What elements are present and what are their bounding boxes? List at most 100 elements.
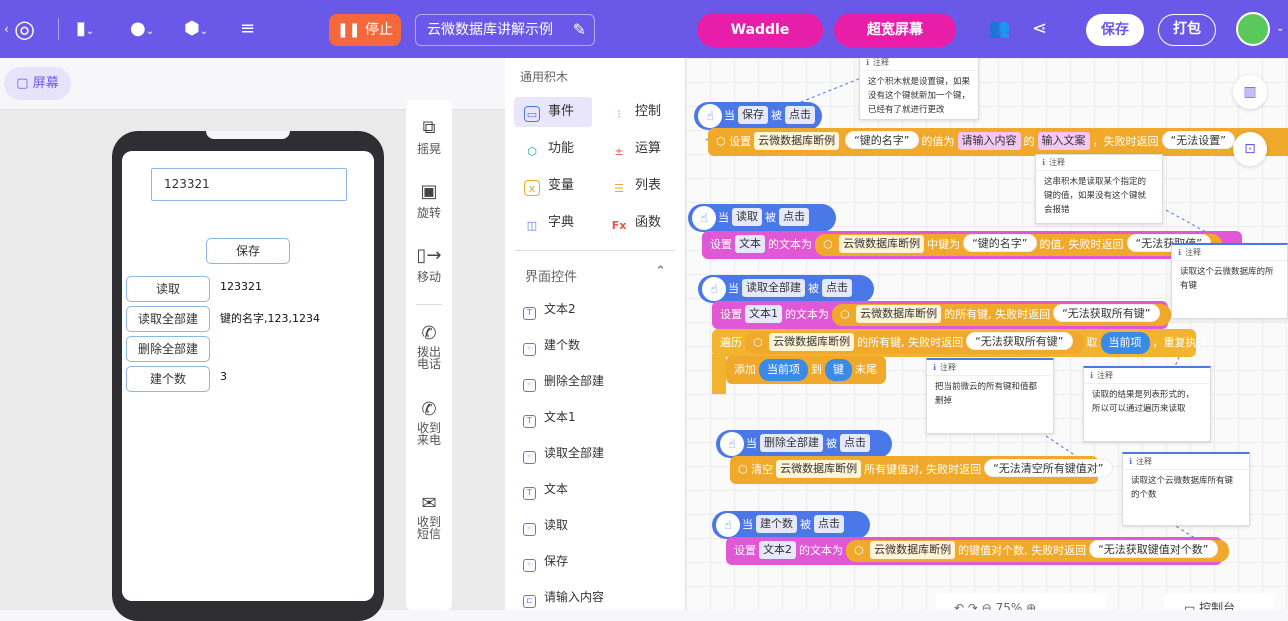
db-dropdown[interactable]: 云微数据库断例 <box>856 305 942 323</box>
console-toggle[interactable]: ▭ 控制台 <box>1164 593 1274 610</box>
tool-incoming-call[interactable]: ✆ 收到 来电 <box>406 398 452 446</box>
traverse-block[interactable]: 遍历 ⬡ 云微数据库断例 的所有键, 失败时返回 “无法获取所有键” 取当前项 ，重复执行 <box>712 329 1208 357</box>
key-chip[interactable]: 键 <box>825 359 852 381</box>
zoom-out-icon[interactable]: ⊖ <box>982 601 992 610</box>
widescreen-button[interactable]: 超宽屏幕 <box>834 13 956 47</box>
component-dropdown[interactable]: 保存 <box>738 106 768 124</box>
tool-rotate[interactable]: ▣ 旋转 <box>406 180 452 221</box>
event-block-count[interactable]: ☝ 当建个数被点击 <box>712 511 870 539</box>
component-dropdown[interactable]: 读取 <box>732 208 762 226</box>
comment-note[interactable]: ℹ 注释 这串积木是读取某个指定的键的值，如果没有这个键就会报错 <box>1035 154 1163 224</box>
tool-move[interactable]: ▯→ 移动 <box>406 244 452 285</box>
component-text2[interactable]: T 文本2 <box>523 297 576 321</box>
db-keys-block[interactable]: ⬡ 云微数据库断例 的所有键, 失败时返回 “无法获取所有键” <box>745 332 1084 354</box>
current-item-chip[interactable]: 当前项 <box>759 359 808 381</box>
event-dropdown[interactable]: 点击 <box>822 279 852 297</box>
phone-read-button[interactable]: 读取 <box>126 276 210 302</box>
zoom-in-icon[interactable]: ⊕ <box>1026 601 1036 610</box>
db-dropdown[interactable]: 云微数据库断例 <box>754 132 840 150</box>
block-workspace[interactable]: ☝ 当保存被点击 ⬡ 设置 云微数据库断例 “键的名字” 的值为 请输入内容的输入文案 ，失… <box>686 58 1288 610</box>
save-button[interactable]: 保存 <box>1086 14 1144 46</box>
event-block-read-all[interactable]: ☝ 当读取全部建被点击 <box>698 275 874 303</box>
phone-delete-all-button[interactable]: 删除全部建 <box>126 336 210 362</box>
component-count-button[interactable]: ☜ 建个数 <box>523 333 580 357</box>
avatar[interactable] <box>1236 12 1270 46</box>
category-dict[interactable]: ◫ 字典 <box>514 208 592 238</box>
toolbox-icon[interactable]: ⊡ <box>1233 132 1267 166</box>
screen-tab[interactable]: ▢ 屏幕 <box>4 67 71 100</box>
fail-string[interactable]: “无法获取所有键” <box>966 332 1073 350</box>
comment-note[interactable]: ℹ 注释 把当前微云的所有键和值都删掉 <box>926 358 1054 434</box>
set-text-block-count[interactable]: 设置 文本2 的文本为 ⬡ 云微数据库断例 的键值对个数, 失败时返回 “无法获取键值对个… <box>726 537 1229 565</box>
text-dropdown[interactable]: 文本 <box>735 235 765 253</box>
chevron-down-icon[interactable]: ⌄ <box>1276 0 1284 58</box>
users-icon[interactable]: 👥 <box>988 0 1010 58</box>
event-block-save[interactable]: ☝ 当保存被点击 <box>694 102 822 130</box>
event-block-read[interactable]: ☝ 当读取被点击 <box>688 204 836 232</box>
phone-read-all-button[interactable]: 读取全部建 <box>126 306 210 332</box>
component-text[interactable]: T 文本 <box>523 477 568 501</box>
db-dropdown[interactable]: 云微数据库断例 <box>839 235 925 253</box>
component-input[interactable]: ⊏ 请输入内容 <box>523 585 604 609</box>
set-text-block-read[interactable]: 设置 文本 的文本为 ⬡ 云微数据库断例 中键为 “键的名字” 的值, 失败时返回 “无法获取… <box>702 231 1242 259</box>
current-item-chip[interactable]: 当前项 <box>1100 332 1150 354</box>
back-arrow-icon[interactable]: ‹ <box>4 0 9 58</box>
key-string[interactable]: “键的名字” <box>963 234 1037 252</box>
settings-hex-icon[interactable]: ⬢⌄ <box>184 0 208 61</box>
db-clear-block[interactable]: ⬡ 清空 云微数据库断例 所有键值对, 失败时返回 “无法清空所有键值对” <box>730 456 1113 484</box>
tool-shake[interactable]: ⧉ 摇晃 <box>406 116 452 157</box>
category-event[interactable]: ▭ 事件 <box>514 97 592 127</box>
component-save-button[interactable]: ☜ 保存 <box>523 549 568 573</box>
input-dropdown[interactable]: 请输入内容 <box>957 132 1021 150</box>
fail-string[interactable]: “无法清空所有键值对” <box>984 459 1113 477</box>
waddle-button[interactable]: Waddle <box>697 13 823 47</box>
component-text1[interactable]: T 文本1 <box>523 405 576 429</box>
category-function[interactable]: ⬡ 功能 <box>514 134 592 164</box>
component-dropdown[interactable]: 删除全部建 <box>760 434 823 452</box>
comment-note[interactable]: ℹ 注释 读取这个云微数据库的所有键 <box>1171 243 1288 319</box>
phone-save-button[interactable]: 保存 <box>206 238 290 264</box>
event-dropdown[interactable]: 点击 <box>779 208 809 226</box>
edit-icon[interactable]: ✎ <box>573 15 586 45</box>
category-list[interactable]: ☰ 列表 <box>601 171 679 201</box>
component-delete-all-button[interactable]: ☜ 删除全部建 <box>523 369 604 393</box>
set-text-block-read-all[interactable]: 设置 文本1 的文本为 ⬡ 云微数据库断例 的所有键, 失败时返回 “无法获取所有键” <box>712 301 1171 329</box>
undo-icon[interactable]: ↶ ↷ <box>954 601 978 610</box>
comment-note[interactable]: ℹ 注释 读取的结果是列表形式的，所以可以通过遍历来读取 <box>1083 366 1211 442</box>
chevron-up-icon[interactable]: ⌃ <box>655 264 666 279</box>
project-name-field[interactable]: 云微数据库讲解示例 ✎ <box>415 14 595 46</box>
stats-icon[interactable]: ▥ <box>1233 75 1267 109</box>
phone-text-input[interactable]: 123321 <box>151 168 347 201</box>
set-value-block[interactable]: ⬡ 设置 云微数据库断例 “键的名字” 的值为 请输入内容的输入文案 ，失败时返回 “无法设… <box>708 128 1288 156</box>
tool-call-out[interactable]: ✆ 拨出 电话 <box>406 322 452 370</box>
component-dropdown[interactable]: 读取全部建 <box>742 279 805 297</box>
event-block-delete-all[interactable]: ☝ 当删除全部建被点击 <box>716 430 892 458</box>
category-control[interactable]: ⫶ 控制 <box>601 97 679 127</box>
category-operator[interactable]: ± 运算 <box>601 134 679 164</box>
category-fx[interactable]: Fx 函数 <box>601 208 679 238</box>
tool-incoming-sms[interactable]: ✉ 收到 短信 <box>406 492 452 540</box>
text-dropdown[interactable]: 文本1 <box>745 305 782 323</box>
category-variable[interactable]: x 变量 <box>514 171 592 201</box>
db-count-block[interactable]: ⬡ 云微数据库断例 的键值对个数, 失败时返回 “无法获取键值对个数” <box>846 540 1229 562</box>
fail-string[interactable]: “无法获取键值对个数” <box>1089 540 1218 558</box>
event-dropdown[interactable]: 点击 <box>814 515 844 533</box>
folder-icon[interactable]: ▮⌄ <box>76 0 94 61</box>
db-dropdown[interactable]: 云微数据库断例 <box>776 460 862 478</box>
stop-button[interactable]: ❚❚ 停止 <box>329 14 401 46</box>
db-get-block[interactable]: ⬡ 云微数据库断例 中键为 “键的名字” 的值, 失败时返回 “无法获取值” <box>815 234 1222 256</box>
db-dropdown[interactable]: 云微数据库断例 <box>870 541 956 559</box>
prop-dropdown[interactable]: 输入文案 <box>1037 132 1090 150</box>
key-string[interactable]: “键的名字” <box>845 131 919 149</box>
db-keys-block[interactable]: ⬡ 云微数据库断例 的所有键, 失败时返回 “无法获取所有键” <box>832 304 1171 326</box>
comment-note[interactable]: ℹ 注释 这个积木就是设置键，如果没有这个键就新加一个键，已经有了就进行更改 <box>859 58 979 120</box>
event-dropdown[interactable]: 点击 <box>785 106 815 124</box>
help-icon[interactable]: ●⌄ <box>130 0 154 61</box>
component-read-button[interactable]: ☜ 读取 <box>523 513 568 537</box>
comment-note[interactable]: ℹ 注释 读取这个云微数据库所有键的个数 <box>1122 452 1250 526</box>
share-icon[interactable]: ⋖ <box>1032 0 1047 58</box>
fail-string[interactable]: “无法获取所有键” <box>1053 304 1160 322</box>
text-dropdown[interactable]: 文本2 <box>759 541 796 559</box>
list-add-block[interactable]: 添加 当前项到键末尾 <box>726 356 886 384</box>
phone-count-button[interactable]: 建个数 <box>126 366 210 392</box>
